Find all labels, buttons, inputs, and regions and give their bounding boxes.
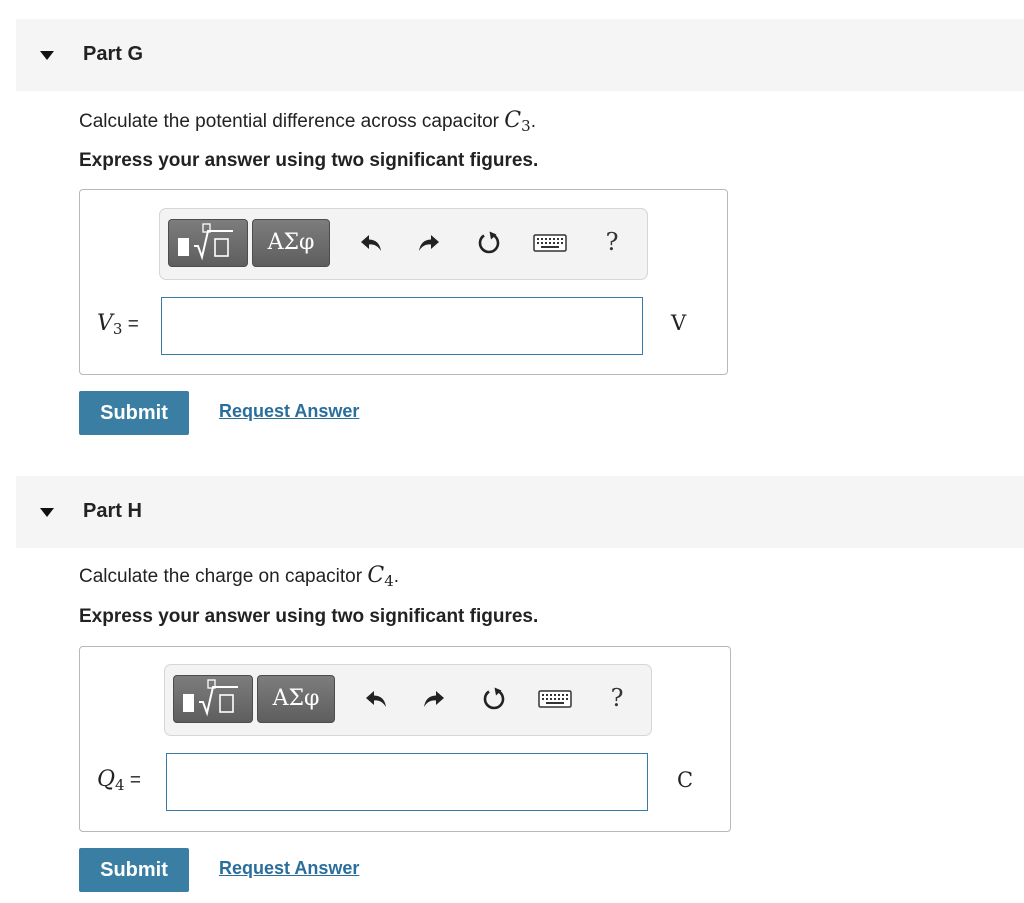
help-button[interactable]: ?	[605, 681, 629, 715]
answer-input[interactable]	[166, 753, 648, 811]
part-h-header[interactable]: Part H	[16, 476, 1024, 548]
keyboard-icon	[538, 690, 572, 708]
answer-box: ΑΣφ	[79, 189, 728, 375]
undo-icon	[366, 691, 386, 707]
prompt-variable-subscript: 4	[384, 572, 394, 590]
reset-icon	[478, 231, 500, 254]
prompt-text: Calculate the charge on capacitor	[79, 566, 368, 587]
answer-input[interactable]	[161, 297, 643, 355]
templates-icon	[183, 679, 238, 717]
caret-down-icon[interactable]	[40, 508, 54, 517]
caret-down-icon[interactable]	[40, 51, 54, 60]
submit-button[interactable]: Submit	[79, 848, 189, 892]
prompt-end: .	[530, 111, 536, 132]
request-answer-link[interactable]: Request Answer	[219, 401, 359, 422]
redo-icon	[419, 235, 439, 251]
undo-button[interactable]	[357, 229, 385, 257]
templates-button[interactable]	[168, 219, 248, 267]
prompt-text: Calculate the potential difference acros…	[79, 111, 505, 132]
keyboard-button[interactable]	[532, 229, 568, 257]
keyboard-button[interactable]	[537, 685, 573, 713]
greek-symbols-button[interactable]: ΑΣφ	[257, 675, 335, 723]
variable-subscript: 3	[112, 320, 123, 338]
reset-button[interactable]	[475, 229, 503, 257]
variable-label: V3 =	[97, 311, 139, 338]
templates-icon	[178, 223, 233, 261]
prompt-variable-subscript: 3	[521, 117, 531, 135]
templates-button[interactable]	[173, 675, 253, 723]
submit-button[interactable]: Submit	[79, 391, 189, 435]
prompt-variable: C	[504, 108, 522, 133]
answer-box: ΑΣφ	[79, 646, 731, 832]
equals-sign: =	[127, 314, 139, 335]
part-g-header[interactable]: Part G	[16, 19, 1024, 91]
math-toolbar: ΑΣφ ?	[159, 208, 648, 280]
undo-icon	[361, 235, 381, 251]
variable-name: V	[97, 311, 113, 336]
unit-label: C	[677, 768, 694, 792]
prompt-end: .	[393, 566, 400, 587]
unit-label: V	[671, 311, 687, 335]
keyboard-icon	[533, 234, 567, 252]
part-title: Part H	[83, 500, 142, 522]
variable-label: Q4 =	[97, 767, 141, 794]
question-prompt: Calculate the charge on capacitor C4.	[79, 563, 400, 590]
redo-button[interactable]	[420, 685, 448, 713]
reset-button[interactable]	[480, 685, 508, 713]
greek-symbols-button[interactable]: ΑΣφ	[252, 219, 330, 267]
request-answer-link[interactable]: Request Answer	[219, 858, 359, 879]
help-button[interactable]: ?	[600, 225, 624, 259]
instruction-text: Express your answer using two significan…	[79, 150, 539, 171]
variable-subscript: 4	[115, 776, 125, 794]
part-title: Part G	[83, 43, 144, 65]
redo-icon	[424, 691, 444, 707]
prompt-variable: C	[367, 563, 385, 588]
undo-button[interactable]	[362, 685, 390, 713]
reset-icon	[483, 687, 505, 710]
question-prompt: Calculate the potential difference acros…	[79, 108, 536, 135]
variable-name: Q	[97, 767, 116, 792]
instruction-text: Express your answer using two significan…	[79, 606, 539, 627]
equals-sign: =	[129, 770, 141, 791]
redo-button[interactable]	[415, 229, 443, 257]
math-toolbar: ΑΣφ ?	[164, 664, 652, 736]
